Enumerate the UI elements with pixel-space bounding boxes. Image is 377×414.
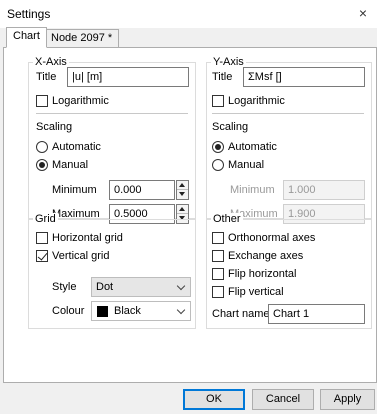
grid-colour-dropdown[interactable]: Black [91,301,191,321]
y-axis-scaling-label: Scaling [212,121,249,133]
spin-down-icon[interactable] [177,190,188,199]
colour-swatch [97,306,108,317]
close-icon[interactable]: × [355,5,371,21]
flip-horizontal-checkbox[interactable] [212,268,224,280]
grid-style-value: Dot [96,281,114,293]
ok-button[interactable]: OK [183,389,245,410]
x-axis-scaling-label: Scaling [36,121,73,133]
y-axis-logarithmic-label: Logarithmic [228,95,285,107]
x-axis-legend: X-Axis [33,56,69,68]
y-axis-logarithmic-checkbox[interactable] [212,95,224,107]
chevron-down-icon [176,281,186,291]
y-axis-group: Y-Axis Title ΣMsf [] Logarithmic Scaling… [206,56,372,224]
y-axis-minimum-label: Minimum [230,184,275,196]
y-axis-automatic-label: Automatic [228,141,277,153]
y-axis-manual-radio[interactable] [212,159,224,171]
x-axis-logarithmic-label: Logarithmic [52,95,109,107]
horizontal-grid-checkbox[interactable] [36,232,48,244]
chart-name-label: Chart name [212,308,270,320]
x-axis-minimum-label: Minimum [52,184,97,196]
orthonormal-axes-checkbox[interactable] [212,232,224,244]
y-axis-legend: Y-Axis [211,56,246,68]
flip-vertical-checkbox[interactable] [212,286,224,298]
exchange-axes-checkbox[interactable] [212,250,224,262]
flip-vertical-label: Flip vertical [228,286,284,298]
flip-horizontal-label: Flip horizontal [228,268,297,280]
horizontal-grid-label: Horizontal grid [52,232,123,244]
x-axis-manual-radio[interactable] [36,159,48,171]
window-title: Settings [7,7,51,21]
y-axis-title-input[interactable]: ΣMsf [] [243,67,365,87]
grid-style-label: Style [52,281,77,293]
y-axis-title-label: Title [212,71,233,83]
x-axis-logarithmic-checkbox[interactable] [36,95,48,107]
grid-colour-value: Black [114,305,141,317]
y-axis-automatic-radio[interactable] [212,141,224,153]
vertical-grid-checkbox[interactable] [36,250,48,262]
chevron-down-icon [176,305,186,315]
x-axis-manual-label: Manual [52,159,89,171]
grid-style-dropdown[interactable]: Dot [91,277,191,297]
grid-colour-label: Colour [52,305,85,317]
tab-panel-chart: X-Axis Title |u| [m] Logarithmic Scaling… [3,47,377,383]
vertical-grid-label: Vertical grid [52,250,110,262]
y-axis-minimum-input: 1.000 [283,180,365,200]
exchange-axes-label: Exchange axes [228,250,304,262]
other-group: Other Orthonormal axes Exchange axes Fli… [206,213,372,329]
other-legend: Other [211,213,243,225]
x-axis-minimum-spinner[interactable] [176,180,189,200]
y-axis-manual-label: Manual [228,159,265,171]
x-axis-divider [36,113,188,114]
x-axis-automatic-radio[interactable] [36,141,48,153]
spin-up-icon[interactable] [177,181,188,190]
y-axis-divider [212,113,364,114]
x-axis-group: X-Axis Title |u| [m] Logarithmic Scaling… [28,56,196,224]
apply-button[interactable]: Apply [320,389,375,410]
title-bar: Settings × [0,0,377,28]
x-axis-title-label: Title [36,71,57,83]
orthonormal-axes-label: Orthonormal axes [228,232,316,244]
x-axis-automatic-label: Automatic [52,141,101,153]
grid-group: Grid Horizontal grid Vertical grid Style… [28,213,196,329]
tab-chart[interactable]: Chart [6,27,47,48]
cancel-button[interactable]: Cancel [252,389,314,410]
chart-name-input[interactable]: Chart 1 [268,304,365,324]
spin-up-icon[interactable] [177,205,188,214]
tab-node[interactable]: Node 2097 * [44,29,120,48]
x-axis-minimum-input[interactable]: 0.000 [109,180,175,200]
x-axis-title-input[interactable]: |u| [m] [67,67,189,87]
grid-legend: Grid [33,213,58,225]
